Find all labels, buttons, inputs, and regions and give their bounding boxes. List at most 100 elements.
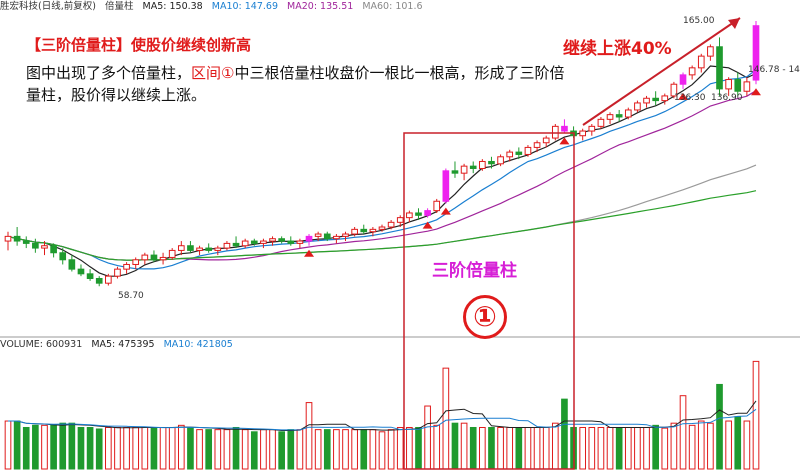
volume-bar	[670, 422, 678, 470]
candle-body	[177, 245, 185, 251]
candle-body	[287, 240, 295, 244]
ma20-line	[7, 90, 757, 261]
description-part-a: 图中出现了多个倍量柱，	[26, 64, 192, 82]
volume-bar	[597, 426, 605, 470]
candle-body	[469, 165, 477, 169]
candle-body	[68, 259, 76, 270]
volume-bar	[250, 431, 258, 470]
candle-body	[533, 142, 541, 148]
candle-body	[634, 102, 641, 111]
volume-bar	[451, 422, 459, 470]
volume-bar	[159, 426, 167, 470]
headline: 【三阶倍量柱】使股价继续创新高	[26, 36, 252, 54]
volume-bar	[606, 426, 614, 470]
volume-bar	[342, 429, 349, 470]
volume-bar	[68, 422, 76, 470]
volume-bar	[214, 429, 222, 470]
volume-bar	[105, 426, 112, 470]
volume-bar	[396, 426, 404, 470]
price-high-label: 165.00	[683, 16, 715, 26]
volume-bar	[634, 426, 641, 470]
candle-body	[460, 165, 468, 174]
candle-body	[323, 233, 331, 240]
candle-body	[597, 118, 605, 127]
volume-bar	[497, 426, 504, 470]
volume-bar	[241, 429, 249, 470]
volume-bar	[488, 426, 495, 470]
rise-annotation: 继续上涨40%	[563, 39, 672, 59]
candle-body	[141, 254, 149, 261]
volume-bar	[743, 420, 751, 470]
volume-bar	[734, 416, 742, 470]
candle-body	[606, 114, 614, 120]
candle-body	[205, 247, 213, 251]
volume-bar	[579, 426, 587, 470]
volume-bar	[406, 426, 413, 470]
candle-body	[406, 212, 413, 219]
candle-body	[77, 268, 85, 275]
volume-bar	[41, 424, 48, 470]
volume-bar	[13, 420, 21, 470]
candle-body	[305, 235, 313, 242]
candle-body	[442, 170, 450, 202]
price-panel	[4, 21, 761, 287]
candle-body	[369, 228, 377, 233]
ma20-readout: MA20: 135.51	[287, 1, 354, 12]
volume-bar	[387, 429, 395, 470]
volume-bar	[369, 429, 377, 470]
candle-body	[643, 97, 650, 104]
volume-bar	[132, 426, 140, 470]
candle-body	[159, 256, 167, 261]
volume-bar	[86, 426, 94, 470]
description-zone: 区间①	[191, 64, 235, 82]
volume-bar	[141, 426, 149, 470]
candle-body	[661, 95, 669, 102]
volume-panel	[4, 360, 760, 470]
volume-bar	[716, 383, 723, 470]
candle-body	[4, 235, 12, 242]
volume-bar	[4, 420, 12, 470]
candle-body	[697, 55, 705, 69]
volume-bar	[114, 426, 121, 470]
candle-body	[123, 263, 130, 270]
volume-bar	[460, 422, 468, 470]
candle-body	[378, 226, 386, 230]
volume-bar	[360, 429, 368, 470]
volume-bar	[32, 424, 39, 470]
candle-body	[223, 242, 231, 249]
tier-label: 三阶倍量柱	[432, 261, 517, 281]
candle-body	[579, 130, 587, 137]
candle-body	[296, 240, 304, 244]
double-volume-marker	[422, 221, 433, 229]
volume-bar	[287, 429, 295, 470]
volume-bar	[643, 426, 650, 470]
volume-bar	[168, 426, 176, 470]
candle-body	[351, 228, 358, 235]
candle-body	[214, 247, 222, 251]
volume-bar	[296, 429, 304, 470]
candle-body	[196, 247, 203, 251]
price-right-label: 146.78 - 14	[748, 65, 800, 75]
candle-body	[716, 46, 723, 90]
candle-body	[396, 217, 404, 223]
volume-bar	[679, 395, 687, 470]
volume-bar	[515, 426, 523, 470]
volume-bar	[424, 405, 431, 470]
candle-body	[515, 151, 523, 155]
volume-bar	[433, 424, 441, 470]
volume-bar	[506, 426, 514, 470]
candle-body	[497, 156, 504, 165]
volume-bar	[150, 426, 158, 470]
volume-bar	[95, 428, 103, 470]
indicator-name: 倍量柱	[104, 1, 134, 12]
volume-bar	[524, 426, 532, 470]
volume-bar	[652, 424, 659, 470]
candle-body	[424, 210, 431, 216]
candle-body	[168, 249, 176, 258]
candle-body	[451, 170, 459, 174]
candle-body	[32, 242, 39, 249]
candle-body	[232, 242, 240, 247]
volume-bar	[223, 429, 231, 470]
volume-bar	[442, 367, 450, 470]
ma5-readout: MA5: 150.38	[142, 1, 203, 12]
